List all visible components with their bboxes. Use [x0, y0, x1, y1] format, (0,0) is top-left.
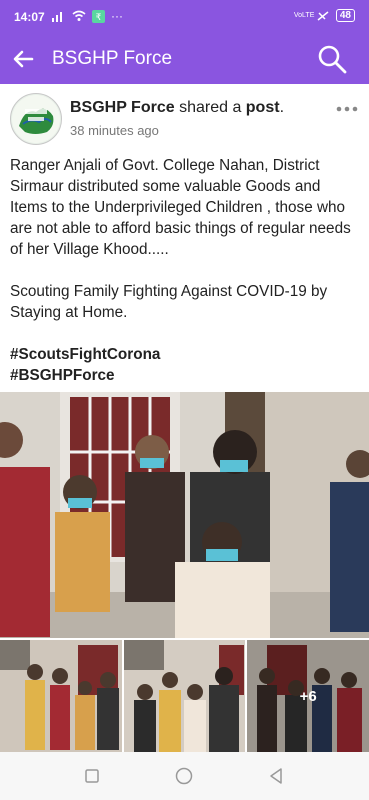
post-author-line: BSGHP Force shared a post.: [70, 99, 284, 117]
mute-icon: [317, 10, 329, 21]
status-time: 14:07: [14, 10, 45, 24]
photo-children-distribution: [0, 392, 369, 638]
post-action-text: shared a: [174, 99, 246, 116]
post-hashtags: #ScoutsFightCorona #BSGHPForce: [10, 344, 360, 386]
status-bar: 14:07 ₹ ··· VoLTE 48: [0, 0, 369, 34]
thumbnail-photo: [0, 640, 122, 752]
hashtag-scouts-fight-corona[interactable]: #ScoutsFightCorona: [10, 344, 360, 365]
volte-label: VoLTE: [293, 12, 315, 19]
more-photos-count[interactable]: +6: [247, 640, 369, 752]
author-avatar[interactable]: [10, 93, 62, 145]
post-main-photo[interactable]: [0, 392, 369, 638]
svg-text:₹: ₹: [96, 13, 102, 23]
post-paragraph-2: Scouting Family Fighting Against COVID-1…: [10, 283, 328, 321]
post-timestamp: 38 minutes ago: [70, 123, 159, 138]
search-icon[interactable]: [317, 44, 347, 74]
app-bar: BSGHP Force: [0, 34, 369, 84]
post-action-object[interactable]: post: [246, 99, 280, 116]
recents-icon[interactable]: [82, 766, 102, 786]
post-action-period: .: [279, 99, 285, 116]
thumbnail-1[interactable]: [0, 640, 122, 752]
status-icons-right: VoLTE 48: [294, 9, 355, 22]
app-notification-icon: ₹: [92, 9, 105, 23]
hashtag-bsghp-force[interactable]: #BSGHPForce: [10, 365, 360, 386]
back-nav-icon[interactable]: [266, 766, 286, 786]
system-nav-bar: [0, 752, 369, 800]
photo-thumbnails: +6: [0, 640, 369, 752]
post-body: Ranger Anjali of Govt. College Nahan, Di…: [10, 155, 360, 386]
more-notifications-icon: ···: [111, 9, 123, 23]
wifi-icon: [72, 10, 86, 21]
post-paragraph-1: Ranger Anjali of Govt. College Nahan, Di…: [10, 157, 351, 258]
thumbnail-photo: [123, 640, 246, 752]
thumbnail-3[interactable]: +6: [247, 640, 369, 752]
signal-icon: [52, 12, 62, 22]
back-arrow-icon[interactable]: [12, 48, 34, 70]
battery-icon: 48: [335, 9, 355, 22]
status-icons-left: ₹ ···: [52, 9, 123, 23]
post-header: BSGHP Force shared a post. 38 minutes ag…: [0, 84, 369, 150]
thumbnail-2[interactable]: [123, 640, 246, 752]
home-icon[interactable]: [174, 766, 194, 786]
more-options-icon[interactable]: [335, 104, 359, 114]
post-author-name[interactable]: BSGHP Force: [70, 99, 175, 116]
bsghp-logo-icon: [12, 95, 60, 143]
app-bar-title: BSGHP Force: [52, 48, 173, 69]
